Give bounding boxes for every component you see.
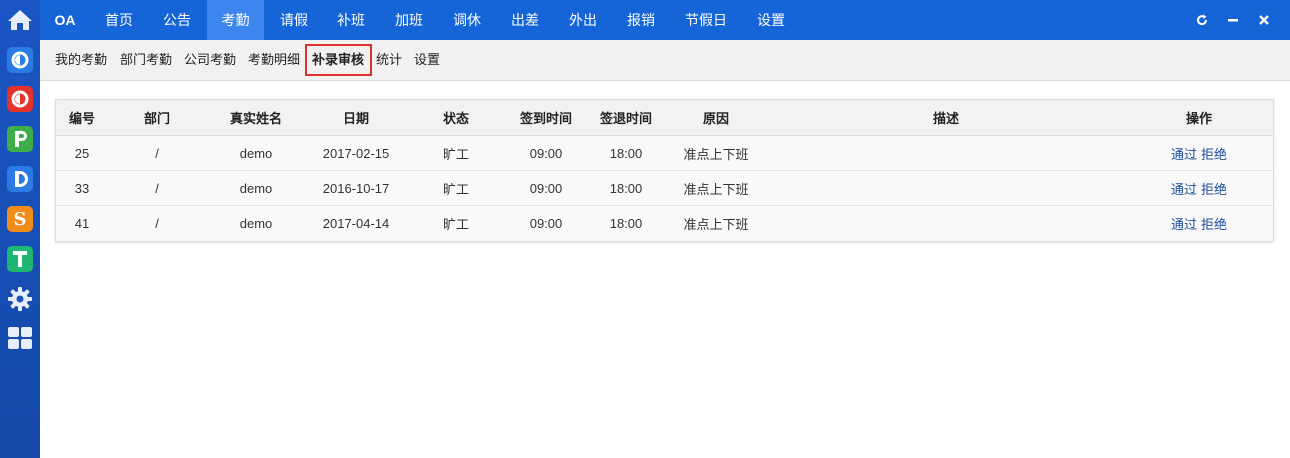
subnav-dept-attendance[interactable]: 部门考勤 <box>120 40 172 80</box>
header-id: 编号 <box>68 111 95 126</box>
header-checkout: 签退时间 <box>599 111 652 126</box>
cell-name: demo <box>239 216 273 231</box>
cell-description <box>906 206 986 241</box>
header-date: 日期 <box>342 111 369 126</box>
header-name: 真实姓名 <box>229 111 282 126</box>
subnav-supplement-review[interactable]: 补录审核 <box>312 40 364 80</box>
cell-checkout: 18:00 <box>609 145 643 161</box>
app-s-icon[interactable]: S <box>0 199 40 239</box>
close-icon[interactable] <box>1249 0 1279 40</box>
nav-home[interactable]: 首页 <box>91 0 147 40</box>
app-p-icon[interactable] <box>0 119 40 159</box>
reject-link[interactable]: 拒绝 <box>1199 136 1229 170</box>
approve-link[interactable]: 通过 <box>1169 136 1199 170</box>
subnav-settings[interactable]: 设置 <box>414 40 440 80</box>
subnav-company-attendance[interactable]: 公司考勤 <box>184 40 236 80</box>
nav-settings[interactable]: 设置 <box>743 0 799 40</box>
subnav-attendance-detail[interactable]: 考勤明细 <box>248 40 300 80</box>
header-reason: 原因 <box>702 111 729 126</box>
table-header: 编号 部门 真实姓名 日期 状态 签到时间 签退时间 原因 描述 操作 <box>56 100 1273 136</box>
cell-id: 41 <box>74 216 90 231</box>
header-dept: 部门 <box>143 111 170 126</box>
header-checkin: 签到时间 <box>519 111 572 126</box>
header-status: 状态 <box>442 111 469 126</box>
nav-overtime[interactable]: 加班 <box>381 0 437 40</box>
cell-status: 旷工 <box>442 181 469 197</box>
approve-link[interactable]: 通过 <box>1169 171 1199 205</box>
cell-description <box>906 136 986 170</box>
app-t-icon[interactable] <box>0 239 40 279</box>
nav-announcement[interactable]: 公告 <box>149 0 205 40</box>
sub-nav: 我的考勤 部门考勤 公司考勤 考勤明细 补录审核 统计 设置 <box>40 40 1290 81</box>
approve-link[interactable]: 通过 <box>1169 206 1199 241</box>
top-nav: OA 首页 公告 考勤 请假 补班 加班 调休 出差 外出 报销 节假日 设置 <box>40 0 1290 40</box>
cell-dept: / <box>155 145 159 161</box>
app-sidebar: S <box>0 0 40 458</box>
cell-checkin: 09:00 <box>529 145 563 161</box>
header-description: 描述 <box>932 111 959 126</box>
nav-leave[interactable]: 请假 <box>266 0 322 40</box>
app-d-icon[interactable] <box>0 159 40 199</box>
cell-description <box>906 171 986 205</box>
nav-business-trip[interactable]: 出差 <box>497 0 553 40</box>
cell-status: 旷工 <box>442 146 469 162</box>
cell-checkout: 18:00 <box>609 180 643 196</box>
cell-checkin: 09:00 <box>529 180 563 196</box>
review-table: 编号 部门 真实姓名 日期 状态 签到时间 签退时间 原因 描述 操作 25 /… <box>55 99 1274 242</box>
cell-reason: 准点上下班 <box>683 217 749 232</box>
cell-dept: / <box>155 180 159 196</box>
subnav-my-attendance[interactable]: 我的考勤 <box>55 40 107 80</box>
cell-name: demo <box>239 180 273 196</box>
table-row: 25 / demo 2017-02-15 旷工 09:00 18:00 准点上下… <box>56 136 1273 171</box>
cell-status: 旷工 <box>442 217 469 232</box>
cell-id: 33 <box>74 180 90 196</box>
nav-outing[interactable]: 外出 <box>555 0 611 40</box>
grid-icon[interactable] <box>0 318 40 358</box>
cell-reason: 准点上下班 <box>683 146 749 162</box>
cell-name: demo <box>239 145 273 161</box>
refresh-icon[interactable] <box>1187 0 1217 40</box>
home-icon[interactable] <box>0 0 40 40</box>
app-c-icon[interactable] <box>0 40 40 80</box>
cell-dept: / <box>155 216 159 231</box>
nav-makeup-shift[interactable]: 补班 <box>323 0 379 40</box>
cell-date: 2017-04-14 <box>322 216 390 231</box>
cell-date: 2017-02-15 <box>322 145 390 161</box>
cell-checkout: 18:00 <box>609 216 643 231</box>
cell-checkin: 09:00 <box>529 216 563 231</box>
cell-reason: 准点上下班 <box>683 181 749 197</box>
nav-attendance[interactable]: 考勤 <box>207 0 264 40</box>
table-row: 41 / demo 2017-04-14 旷工 09:00 18:00 准点上下… <box>56 206 1273 241</box>
minimize-icon[interactable] <box>1218 0 1248 40</box>
brand-logo[interactable]: OA <box>50 0 80 40</box>
nav-reimbursement[interactable]: 报销 <box>613 0 669 40</box>
reject-link[interactable]: 拒绝 <box>1199 206 1229 241</box>
table-row: 33 / demo 2016-10-17 旷工 09:00 18:00 准点上下… <box>56 171 1273 206</box>
gear-icon[interactable] <box>0 279 40 319</box>
cell-id: 25 <box>74 145 90 161</box>
reject-link[interactable]: 拒绝 <box>1199 171 1229 205</box>
header-actions: 操作 <box>1185 111 1212 126</box>
nav-holiday[interactable]: 节假日 <box>671 0 741 40</box>
cell-date: 2016-10-17 <box>322 180 390 196</box>
subnav-statistics[interactable]: 统计 <box>376 40 402 80</box>
nav-compensatory[interactable]: 调休 <box>439 0 495 40</box>
app-o-icon[interactable] <box>0 79 40 119</box>
